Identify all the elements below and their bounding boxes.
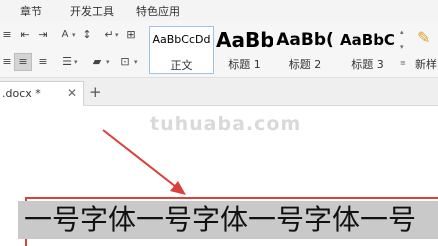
style-gallery: AaBbCcDd 正文 AaBb 标题 1 AaBb( 标题 2 AaBbC 标… <box>149 26 398 74</box>
menu-item-special-apps[interactable]: 特色应用 <box>136 3 180 19</box>
document-tab-label: .docx * <box>2 87 41 100</box>
style-heading-2-label: 标题 2 <box>288 58 322 71</box>
shading-icon[interactable]: ▰ <box>90 55 104 69</box>
annotation-arrow-shaft <box>102 129 181 191</box>
expand-gallery-icon[interactable]: ≡ <box>400 59 406 67</box>
document-tab[interactable]: .docx * ✕ <box>0 81 84 106</box>
ribbon: ≡ ⇤ ⇥ A ▾ ↕ ↵ ▾ ⊞ ≡ ≡ ≡ ☰ ▾ ▰ ▾ ⊡ ▾ AaBb… <box>0 21 438 78</box>
chinese-layout-icon[interactable]: A <box>58 28 72 42</box>
style-heading-1-label: 标题 1 <box>228 58 261 71</box>
align-center-icon[interactable]: ≡ <box>14 53 32 71</box>
new-style-button[interactable]: ✎ 新样 <box>413 26 438 74</box>
table-icon[interactable]: ⊞ <box>124 28 138 42</box>
show-marks-dropdown-icon[interactable]: ▾ <box>115 31 119 39</box>
borders-icon[interactable]: ⊡ <box>118 55 132 69</box>
style-heading-1-preview: AaBb <box>216 28 273 52</box>
new-style-icon: ✎ <box>417 28 431 47</box>
style-normal-label: 正文 <box>170 59 193 72</box>
add-tab-icon[interactable]: + <box>89 83 102 101</box>
new-style-label: 新样 <box>415 58 437 71</box>
align-left-icon[interactable]: ≡ <box>2 55 12 69</box>
menu-bar: 章节 开发工具 特色应用 <box>0 0 438 21</box>
line-spacing-icon[interactable]: ☰ <box>60 55 74 69</box>
decrease-indent-icon[interactable]: ⇤ <box>18 28 32 42</box>
document-text[interactable]: 一号字体一号字体一号字体一号 <box>18 201 438 239</box>
menu-item-chapter[interactable]: 章节 <box>20 3 42 19</box>
style-heading-1[interactable]: AaBb 标题 1 <box>216 26 273 74</box>
style-heading-3-label: 标题 3 <box>351 58 384 71</box>
borders-dropdown-icon[interactable]: ▾ <box>134 58 138 66</box>
style-normal-preview: AaBbCcDd <box>152 33 211 46</box>
document-tab-bar: .docx * ✕ + <box>0 78 438 106</box>
shading-dropdown-icon[interactable]: ▾ <box>106 58 110 66</box>
line-spacing-dropdown-icon[interactable]: ▾ <box>74 58 78 66</box>
increase-indent-icon[interactable]: ⇥ <box>36 28 50 42</box>
numbering-icon[interactable]: ≡ <box>2 28 12 42</box>
close-icon[interactable]: ✕ <box>67 86 77 100</box>
menu-item-developer-tools[interactable]: 开发工具 <box>70 3 114 19</box>
style-heading-3[interactable]: AaBbC 标题 3 <box>337 26 398 74</box>
chevron-down-icon[interactable]: ▾ <box>400 43 404 51</box>
style-heading-2-preview: AaBb( <box>276 30 334 50</box>
document-area[interactable]: tuhuaba.com 一号字体一号字体一号字体一号 <box>0 106 438 246</box>
style-heading-3-preview: AaBbC <box>340 31 395 49</box>
align-right-icon[interactable]: ≡ <box>36 55 50 69</box>
chevron-up-icon[interactable]: ▴ <box>400 28 404 36</box>
sort-icon[interactable]: ↕ <box>80 28 94 42</box>
chinese-layout-dropdown-icon[interactable]: ▾ <box>72 31 76 39</box>
style-heading-2[interactable]: AaBb( 标题 2 <box>275 26 335 74</box>
show-marks-icon[interactable]: ↵ <box>102 28 116 42</box>
style-normal[interactable]: AaBbCcDd 正文 <box>149 26 214 74</box>
style-gallery-scroll: ▴ ▾ ≡ <box>398 26 410 74</box>
